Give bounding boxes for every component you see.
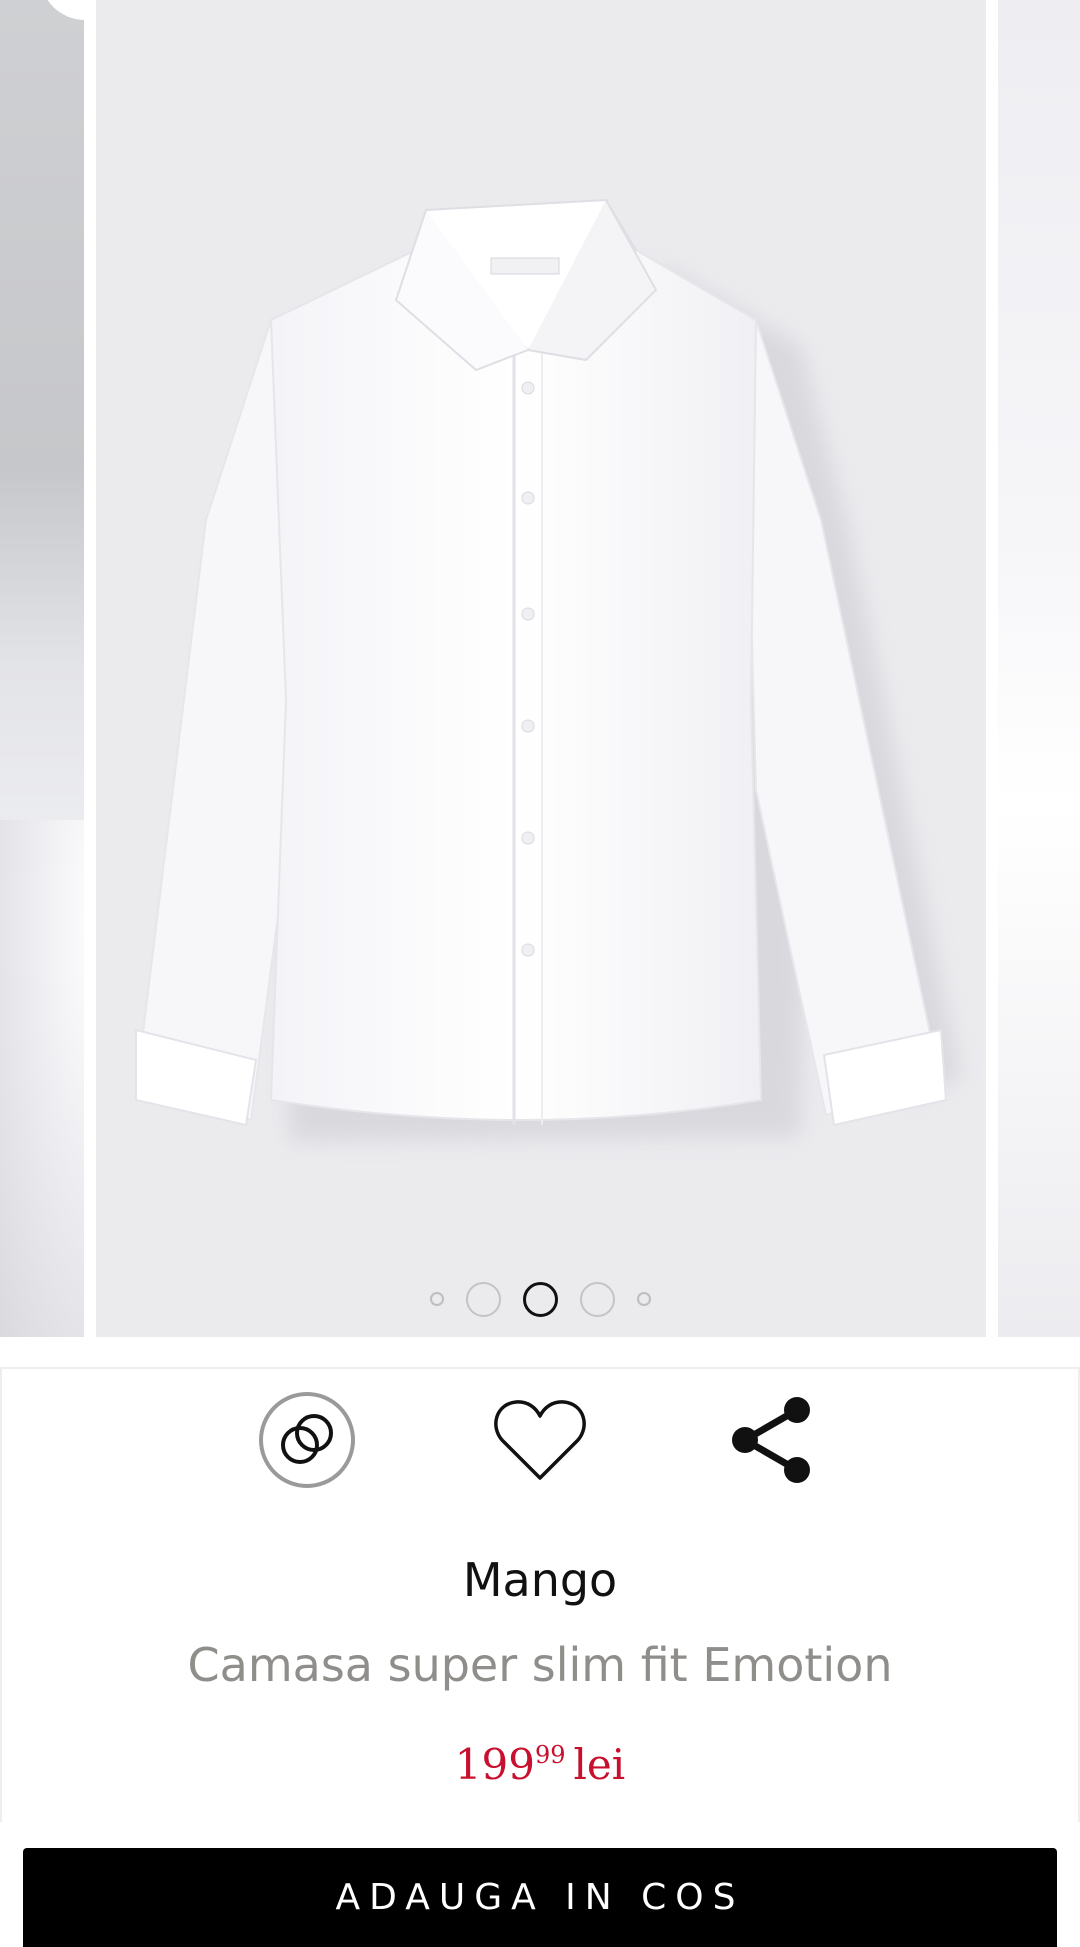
slide-dot-4[interactable] — [579, 1281, 615, 1317]
product-name: Camasa super slim fit Emotion — [187, 1638, 893, 1692]
prev-slide-preview[interactable] — [0, 0, 130, 1337]
product-price: 19999 lei — [0, 1740, 1080, 1789]
favorite-button[interactable] — [488, 1388, 592, 1492]
share-icon — [732, 1397, 810, 1483]
heart-icon — [494, 1400, 586, 1480]
main-product-image[interactable] — [96, 0, 986, 1337]
section-divider — [0, 1367, 1080, 1369]
slide-indicators — [0, 1279, 1080, 1319]
compare-rings-icon — [259, 1392, 355, 1488]
price-decimals: 99 — [534, 1741, 566, 1769]
compare-button[interactable] — [255, 1388, 359, 1492]
add-to-cart-button[interactable]: ADAUGA IN COS — [23, 1848, 1057, 1947]
product-image-gallery[interactable] — [0, 0, 1080, 1337]
slide-dot-5[interactable] — [636, 1292, 651, 1306]
white-shirt-image — [134, 198, 960, 1141]
prev-slide-fabric — [0, 820, 84, 1337]
next-slide-preview[interactable] — [998, 0, 1080, 1337]
slide-dot-2[interactable] — [465, 1281, 501, 1317]
share-button[interactable] — [720, 1388, 824, 1492]
product-actions — [0, 1388, 1080, 1492]
price-currency: lei — [573, 1740, 626, 1789]
price-integer: 199 — [454, 1740, 535, 1789]
slide-dot-1[interactable] — [429, 1292, 444, 1306]
product-brand[interactable]: Mango — [0, 1553, 1080, 1607]
slide-dot-3-active[interactable] — [522, 1281, 558, 1317]
